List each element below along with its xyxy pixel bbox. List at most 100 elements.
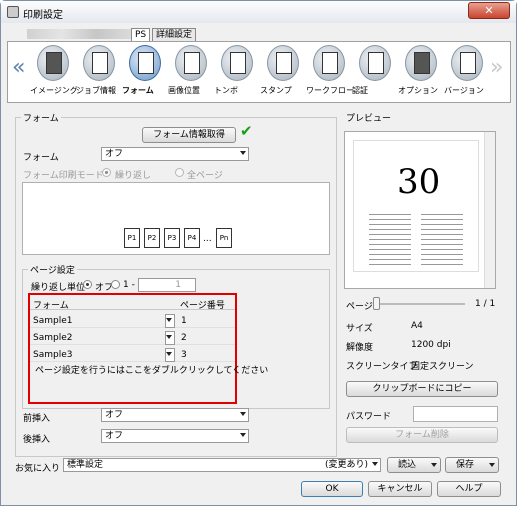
favorites-select[interactable]: 標準設定 (変更あり) — [63, 458, 381, 472]
form-label: フォーム — [23, 153, 59, 163]
resolution-label: 解像度 — [346, 343, 374, 353]
table-header: フォーム ページ番号 — [30, 296, 235, 311]
chevron-down-icon — [489, 463, 495, 467]
job-info-icon — [83, 45, 115, 81]
save-button[interactable]: 保存 — [445, 457, 499, 473]
chevron-down-icon — [240, 433, 246, 437]
chevron-down-icon — [372, 462, 378, 466]
options-icon — [405, 45, 437, 81]
row-dropdown[interactable] — [165, 331, 175, 345]
page-p3: P3 — [164, 228, 180, 248]
page-slider-track — [375, 303, 465, 305]
table-row[interactable]: Sample1 1 — [30, 314, 235, 328]
ok-button[interactable]: OK — [301, 481, 363, 497]
page-ellipsis: ... — [203, 234, 212, 244]
workflow-icon — [313, 45, 345, 81]
mode-repeat-radio[interactable] — [102, 168, 111, 177]
chevron-down-icon — [166, 335, 172, 339]
version-icon — [451, 45, 483, 81]
screen-type-label: スクリーンタイプ — [346, 362, 418, 372]
table-row[interactable]: Sample3 3 — [30, 348, 235, 362]
preview-pane: 30 — [344, 131, 496, 289]
ribbon-version[interactable]: バージョン — [444, 45, 490, 101]
table-row[interactable]: Sample2 2 — [30, 331, 235, 345]
mode-all-pages-label: 全ページ — [187, 171, 223, 181]
form-info-button[interactable]: フォーム情報取得 — [142, 127, 236, 143]
page-setting-title: ページ設定 — [28, 263, 77, 276]
cancel-button[interactable]: キャンセル — [368, 481, 432, 497]
delete-form-button[interactable]: フォーム削除 — [346, 427, 498, 443]
resolution-value: 1200 dpi — [411, 340, 451, 350]
ribbon-image-position[interactable]: 画像位置 — [168, 45, 214, 101]
imaging-icon — [37, 45, 69, 81]
col-form-header: フォーム — [33, 301, 69, 311]
repeat-unit-label: 繰り返し単位 — [31, 283, 86, 293]
check-icon: ✔ — [240, 122, 253, 140]
ribbon-stamp[interactable]: スタンプ — [260, 45, 306, 101]
chevron-down-icon — [431, 463, 437, 467]
image-position-icon — [175, 45, 207, 81]
window-title: 印刷設定 — [23, 10, 63, 21]
favorites-label: お気に入り — [15, 464, 61, 474]
help-button[interactable]: ヘルプ — [437, 481, 501, 497]
page-pn: Pn — [216, 228, 232, 248]
ribbon-options[interactable]: オプション — [398, 45, 444, 101]
size-value: A4 — [411, 321, 423, 331]
repeat-off-radio[interactable] — [83, 280, 92, 289]
form-icon — [129, 45, 161, 81]
form-select[interactable]: オフ — [101, 147, 249, 161]
mode-all-pages-radio[interactable] — [175, 168, 184, 177]
col-page-header: ページ番号 — [180, 301, 225, 311]
page-slider-thumb[interactable] — [373, 297, 380, 310]
row-dropdown[interactable] — [165, 348, 175, 362]
printer-icon — [7, 6, 19, 18]
repeat-one-label: 1 - — [123, 280, 135, 290]
function-ribbon: « » イメージング ジョブ情報 フォーム 画像位置 トンボ スタンプ ワークフ… — [7, 41, 511, 103]
page-count: 1 / 1 — [475, 299, 496, 309]
form-print-mode-label: フォーム印刷モード — [23, 171, 104, 181]
page-label: ページ — [346, 302, 373, 312]
preview-page-number: 30 — [397, 162, 441, 202]
back-insert-label: 後挿入 — [23, 435, 51, 445]
copy-to-clipboard-button[interactable]: クリップボードにコピー — [346, 381, 498, 397]
ribbon-left-arrow-icon[interactable]: « — [12, 55, 25, 80]
row-dropdown[interactable] — [165, 314, 175, 328]
tab-ps[interactable]: PS — [131, 28, 151, 42]
auth-icon — [359, 45, 391, 81]
chevron-down-icon — [166, 318, 172, 322]
crop-marks-icon — [221, 45, 253, 81]
ribbon-form[interactable]: フォーム — [122, 45, 168, 101]
page-p2: P2 — [144, 228, 160, 248]
ribbon-auth[interactable]: 認証 — [352, 45, 398, 101]
back-insert-select[interactable]: オフ — [101, 429, 249, 443]
mode-repeat-label: 繰り返し — [115, 171, 152, 181]
title-bar: 印刷設定 ✕ — [1, 1, 516, 23]
chevron-down-icon — [240, 151, 246, 155]
repeat-range-spinner[interactable]: 1 — [138, 278, 196, 292]
ribbon-right-arrow-icon[interactable]: » — [490, 55, 503, 80]
ribbon-imaging[interactable]: イメージング — [30, 45, 78, 101]
print-settings-window: 印刷設定 ✕ PS 詳細設定 « » イメージング ジョブ情報 フォーム 画像位… — [0, 0, 517, 506]
ribbon-job-info[interactable]: ジョブ情報 — [76, 45, 122, 101]
ribbon-workflow[interactable]: ワークフロー — [306, 45, 354, 101]
page-p4: P4 — [184, 228, 200, 248]
password-input[interactable] — [413, 406, 498, 422]
blurred-printer-name — [27, 29, 131, 39]
preview-scrollbar[interactable] — [484, 132, 495, 288]
preview-text-right — [421, 210, 463, 266]
password-label: パスワード — [346, 412, 392, 422]
load-button[interactable]: 読込 — [387, 457, 441, 473]
stamp-icon — [267, 45, 299, 81]
page-setting-hint: ページ設定を行うにはここをダブルクリックしてください — [35, 366, 269, 376]
ribbon-crop-marks[interactable]: トンボ — [214, 45, 260, 101]
form-group-title: フォーム — [21, 111, 61, 124]
repeat-one-radio[interactable] — [111, 280, 120, 289]
front-insert-select[interactable]: オフ — [101, 408, 249, 422]
size-label: サイズ — [346, 324, 373, 334]
chevron-down-icon — [166, 352, 172, 356]
preview-text-left — [369, 210, 411, 266]
tab-advanced[interactable]: 詳細設定 — [152, 28, 197, 42]
close-button[interactable]: ✕ — [468, 2, 510, 19]
chevron-down-icon — [240, 412, 246, 416]
page-p1: P1 — [124, 228, 140, 248]
